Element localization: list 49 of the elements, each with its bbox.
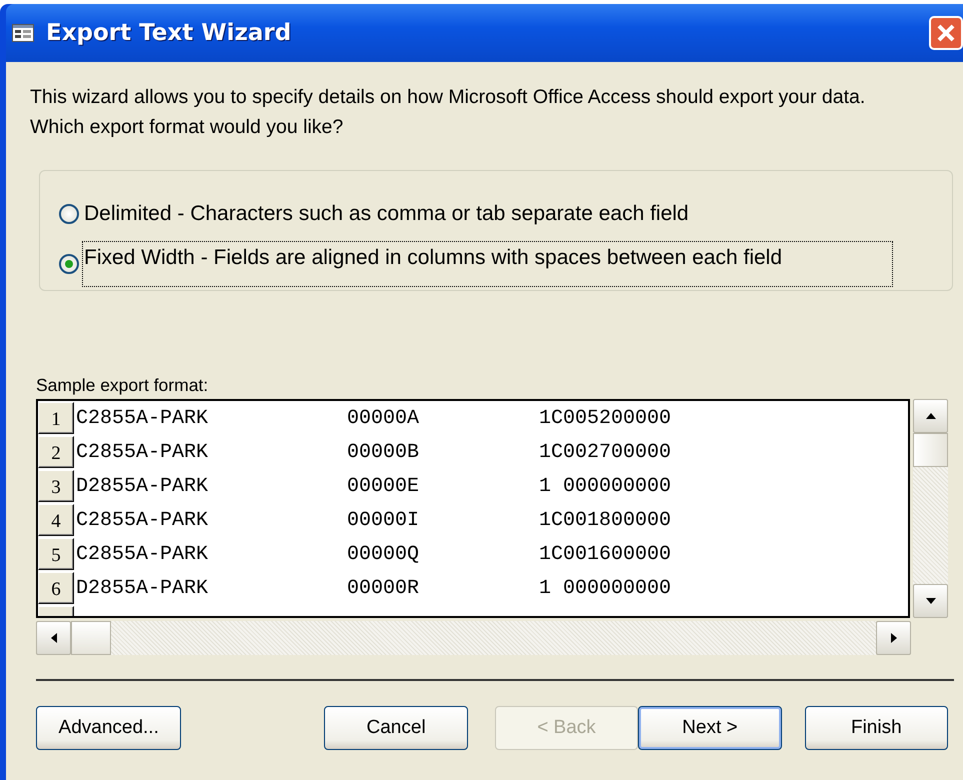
- row-number: 1: [38, 402, 74, 434]
- table-cell: 1C005200000: [539, 406, 672, 430]
- row-number: 4: [38, 504, 74, 536]
- table-cell-text: C2855A-PARK: [76, 406, 210, 430]
- vertical-scrollbar[interactable]: [913, 399, 948, 618]
- left-arrow-icon: [50, 632, 58, 644]
- table-cell-text: D2855A-PARK: [76, 474, 210, 498]
- scroll-left-button[interactable]: [36, 621, 71, 655]
- right-arrow-icon: [890, 632, 898, 644]
- table-cell-text: 00000Q: [347, 542, 420, 566]
- form-icon: [12, 24, 34, 42]
- row-number: 5: [38, 538, 74, 570]
- radio-label[interactable]: Fixed Width - Fields are aligned in columns with spaces between each field: [82, 241, 894, 287]
- radio-button[interactable]: [59, 254, 79, 274]
- down-arrow-icon: [924, 597, 936, 605]
- wizard-button[interactable]: Next >: [638, 706, 782, 750]
- table-cell: 1 000000000: [539, 576, 672, 600]
- table-cell-text: 00000E: [347, 474, 420, 498]
- scroll-up-button[interactable]: [913, 399, 948, 433]
- row-number: 6: [38, 572, 74, 604]
- radio-label[interactable]: Delimited - Characters such as comma or tab separate each field: [82, 197, 808, 231]
- scroll-thumb[interactable]: [71, 621, 111, 655]
- scroll-down-button[interactable]: [913, 584, 948, 618]
- table-cell: 1C002700000: [539, 440, 672, 464]
- table-cell-text: 00000B: [347, 440, 420, 464]
- close-icon[interactable]: [929, 16, 963, 50]
- radio-button[interactable]: [59, 204, 79, 224]
- table-cell-text: C2855A-PARK: [76, 508, 210, 532]
- up-arrow-icon: [924, 412, 936, 420]
- table-cell-text: D2855A-PARK: [76, 576, 210, 600]
- scroll-thumb[interactable]: [913, 433, 948, 467]
- sample-label: Sample export format:: [36, 375, 210, 396]
- table-cell-text: C2855A-PARK: [76, 440, 210, 464]
- table-cell: 1 000000000: [539, 474, 672, 498]
- row-number: 3: [38, 470, 74, 502]
- table-cell-text: 00000A: [347, 406, 420, 430]
- table-cell: 1C001600000: [539, 542, 672, 566]
- table-cell-text: C2855A-PARK: [76, 542, 210, 566]
- table-cell: 1C001800000: [539, 508, 672, 532]
- wizard-button[interactable]: Finish: [804, 706, 948, 750]
- intro-text: This wizard allows you to specify details on how Microsoft Office Access should export your data. Which export format would you like?: [30, 85, 866, 140]
- horizontal-scrollbar[interactable]: [36, 621, 911, 655]
- scroll-right-button[interactable]: [876, 621, 911, 655]
- wizard-button[interactable]: Advanced...: [36, 706, 182, 750]
- row-number: 2: [38, 436, 74, 468]
- window-title: Export Text Wizard: [46, 20, 292, 46]
- table-cell-text: 00000I: [347, 508, 420, 532]
- wizard-button[interactable]: Cancel: [324, 706, 468, 750]
- table-cell-text: 00000R: [347, 576, 420, 600]
